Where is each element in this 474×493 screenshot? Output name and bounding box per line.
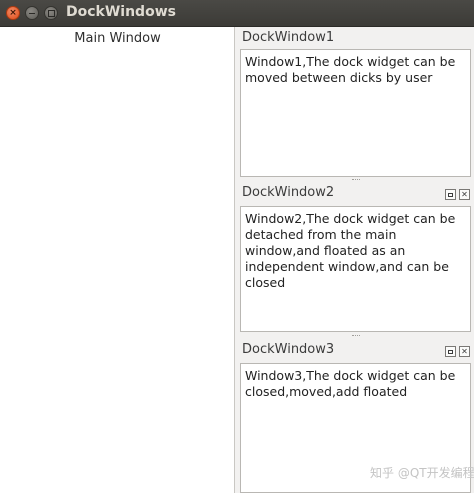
- window-minimize-icon[interactable]: [25, 6, 39, 20]
- main-window-label: Main Window: [74, 31, 161, 46]
- window-maximize-icon[interactable]: [44, 6, 58, 20]
- watermark: 知乎 @QT开发编程: [370, 466, 474, 480]
- dock-title[interactable]: DockWindow3: [242, 342, 334, 357]
- dock-title[interactable]: DockWindow1: [242, 30, 334, 45]
- window-close-icon[interactable]: ×: [6, 6, 20, 20]
- main-window-area: Main Window: [0, 27, 235, 493]
- window-title: DockWindows: [66, 4, 176, 20]
- float-icon[interactable]: [445, 189, 456, 200]
- close-icon[interactable]: ✕: [459, 189, 470, 200]
- dock-splitter[interactable]: [238, 334, 474, 338]
- dock-window-1: DockWindow1 Window1,The dock widget can …: [238, 27, 474, 178]
- dock-title-buttons: ✕: [445, 189, 470, 200]
- dock-text-area[interactable]: Window2,The dock widget can be detached …: [240, 206, 471, 332]
- close-icon[interactable]: ✕: [459, 346, 470, 357]
- dock-window-2: DockWindow2 ✕ Window2,The dock widget ca…: [238, 182, 474, 332]
- float-icon[interactable]: [445, 346, 456, 357]
- dock-title[interactable]: DockWindow2: [242, 185, 334, 200]
- title-bar[interactable]: × DockWindows: [0, 0, 474, 27]
- dock-text-area[interactable]: Window1,The dock widget can be moved bet…: [240, 49, 471, 177]
- dock-title-buttons: ✕: [445, 346, 470, 357]
